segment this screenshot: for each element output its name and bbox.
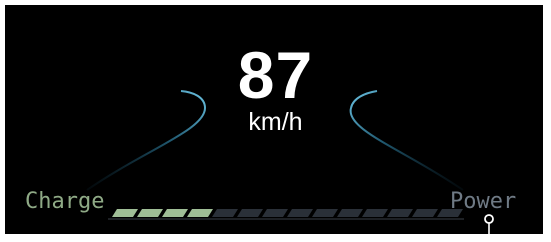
power-callout-line [484, 214, 494, 242]
callout-dot [484, 214, 494, 224]
